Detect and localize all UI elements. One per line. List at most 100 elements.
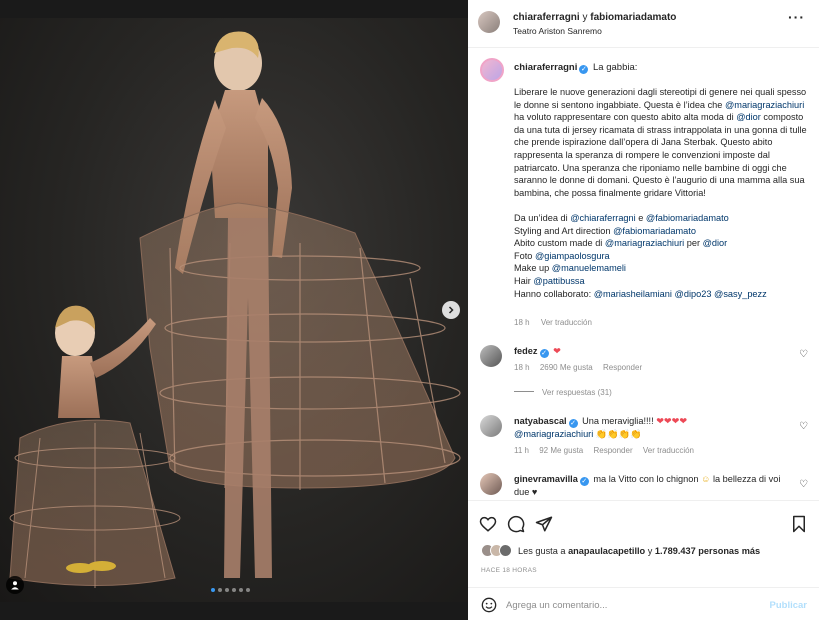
publish-button[interactable]: Publicar	[770, 600, 808, 611]
verified-icon: ✓	[568, 419, 578, 428]
likes-count[interactable]: 1.789.437 personas más	[655, 546, 760, 556]
mention-link[interactable]: @dior	[736, 112, 761, 122]
commenter-username[interactable]: natyabascal	[514, 416, 567, 426]
likes-text: Les gusta a anapaulacapetillo y 1.789.43…	[518, 546, 760, 556]
comment-body: ma la Vitto con lo chignon	[593, 474, 699, 484]
comment-text: fedez ✓ ❤	[514, 345, 784, 358]
comment-body: Una meraviglia!!!!	[582, 416, 654, 426]
credit-label: Hair	[514, 275, 534, 286]
credit-label: Da un’idea di	[514, 212, 571, 223]
comment-input[interactable]	[506, 596, 756, 614]
caption-time[interactable]: 18 h	[514, 318, 530, 327]
red-heart-emoji: ❤	[553, 346, 561, 356]
commenter-username[interactable]: ginevramavilla	[514, 474, 578, 484]
mention-link[interactable]: @fabiomariadamato	[646, 213, 729, 223]
commenter-avatar[interactable]	[480, 473, 502, 495]
clap-emojis: 👏👏👏👏	[595, 429, 642, 439]
next-arrow-icon[interactable]	[442, 301, 460, 319]
location-link[interactable]: Teatro Ariston Sanremo	[513, 26, 602, 36]
save-icon[interactable]	[790, 515, 808, 533]
mention-link[interactable]: @pattibussa	[533, 276, 584, 286]
reply-button[interactable]: Responder	[593, 446, 632, 455]
mention-link[interactable]: @mariagraziachiuri	[514, 429, 593, 439]
comment-text: natyabascal ✓ Una meraviglia!!!! ❤❤❤❤ @ma…	[514, 415, 784, 441]
credit-label: per	[684, 238, 703, 249]
heart-icon[interactable]: ♡	[799, 479, 808, 490]
heart-icon[interactable]: ♡	[799, 349, 808, 360]
comment-time[interactable]: 11 h	[514, 446, 529, 455]
post-photo[interactable]	[0, 18, 468, 602]
mention-link[interactable]: @mariasheilamiani	[594, 289, 672, 299]
mention-link[interactable]: @dior	[703, 238, 728, 248]
media-top-bar	[0, 0, 468, 18]
liker-username[interactable]: anapaulacapetillo	[568, 546, 645, 556]
carousel-dot	[225, 588, 229, 592]
comment-icon[interactable]	[507, 515, 525, 533]
post-actions: Les gusta a anapaulacapetillo y 1.789.43…	[468, 500, 819, 620]
likes-summary: Les gusta a anapaulacapetillo y 1.789.43…	[481, 544, 760, 557]
credit-label: Styling and Art direction	[514, 225, 614, 236]
post-header: chiaraferragni y fabiomariadamato Teatro…	[468, 0, 819, 48]
mention-link[interactable]: @manuelemameli	[552, 263, 626, 273]
comment-likes[interactable]: 92 Me gusta	[539, 446, 583, 455]
emoji-icon[interactable]	[481, 597, 497, 613]
author2-link[interactable]: fabiomariadamato	[590, 12, 676, 23]
mention-link[interactable]: @mariagraziachiuri	[725, 100, 804, 110]
more-icon[interactable]: ···	[788, 10, 805, 24]
smile-emoji: ☺	[701, 474, 711, 484]
comment-likes[interactable]: 2690 Me gusta	[540, 363, 593, 372]
credit-label: Make up	[514, 263, 552, 274]
comment-time[interactable]: 18 h	[514, 363, 530, 372]
credit-label: Hanno collaborato:	[514, 288, 594, 299]
post-time[interactable]: HACE 18 HORAS	[481, 567, 537, 574]
likes-joiner: y	[645, 545, 655, 556]
liker-avatar[interactable]	[499, 544, 512, 557]
author-avatar[interactable]	[478, 11, 500, 33]
heart-icon[interactable]: ♡	[799, 421, 808, 432]
comment-text: ginevramavilla ✓ ma la Vitto con lo chign…	[514, 473, 784, 499]
caption-avatar[interactable]	[480, 58, 504, 82]
caption-header: chiaraferragni ✓ La gabbia:	[514, 62, 637, 74]
view-replies-label: Ver respuestas (31)	[542, 388, 612, 397]
post-side-panel: chiaraferragni y fabiomariadamato Teatro…	[468, 0, 819, 620]
post-media[interactable]	[0, 0, 468, 620]
verified-icon: ✓	[579, 477, 589, 486]
caption-username[interactable]: chiaraferragni	[514, 62, 577, 73]
caption-meta: 18 h Ver traducción	[514, 318, 601, 327]
mention-link[interactable]: @giampaolosgura	[535, 251, 610, 261]
verified-icon: ✓	[539, 349, 549, 358]
caption-text: Liberare le nuove generazioni dagli ster…	[514, 86, 809, 300]
commenter-username[interactable]: fedez	[514, 346, 538, 356]
commenter-avatar[interactable]	[480, 345, 502, 367]
share-icon[interactable]	[535, 515, 553, 533]
reply-button[interactable]: Responder	[603, 363, 642, 372]
translate-link[interactable]: Ver traducción	[541, 318, 592, 327]
commenter-avatar[interactable]	[480, 415, 502, 437]
caption-line: ha voluto rappresentare con questo abito…	[514, 112, 737, 123]
translate-link[interactable]: Ver traducción	[643, 446, 694, 455]
tag-person-icon[interactable]	[6, 576, 24, 594]
heart-icon[interactable]	[479, 515, 497, 533]
mention-link[interactable]: @fabiomariadamato	[613, 226, 696, 236]
credit-label: e	[635, 212, 646, 223]
mention-link[interactable]: @sasy_pezz	[714, 289, 767, 299]
mention-link[interactable]: @dipo23	[675, 289, 712, 299]
mention-link[interactable]: @mariagraziachiuri	[605, 238, 684, 248]
comments-scroll-area[interactable]: chiaraferragni ✓ La gabbia: Liberare le n…	[468, 49, 819, 500]
carousel-dot	[218, 588, 222, 592]
verified-icon: ✓	[579, 65, 589, 74]
caption-title: La gabbia:	[593, 62, 638, 73]
carousel-dot	[239, 588, 243, 592]
replies-divider	[514, 391, 534, 392]
mention-link[interactable]: @chiaraferragni	[570, 213, 636, 223]
media-bottom-bar	[0, 602, 468, 620]
credit-label: Foto	[514, 250, 535, 261]
carousel-dots	[211, 588, 250, 592]
comment-meta: 18 h 2690 Me gusta Responder	[514, 363, 650, 372]
carousel-dot-active	[211, 588, 215, 592]
view-replies-button[interactable]: Ver respuestas (31)	[514, 388, 612, 397]
author1-link[interactable]: chiaraferragni	[513, 12, 580, 23]
author-joiner: y	[582, 12, 588, 23]
carousel-dot	[232, 588, 236, 592]
red-hearts-emoji: ❤❤❤❤	[656, 416, 688, 426]
